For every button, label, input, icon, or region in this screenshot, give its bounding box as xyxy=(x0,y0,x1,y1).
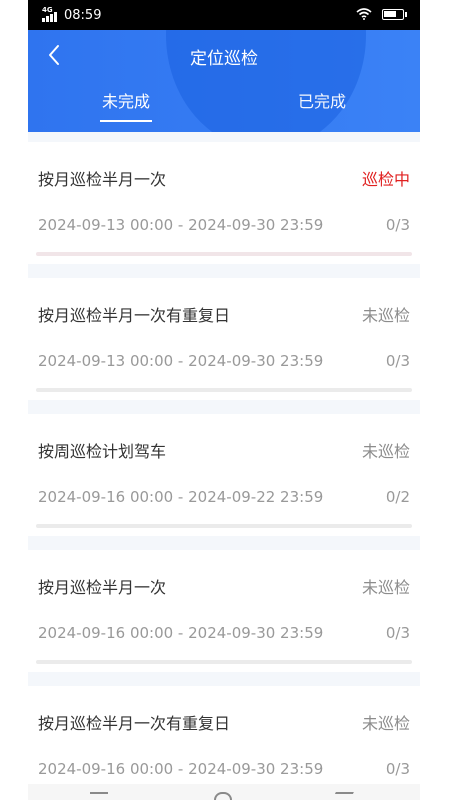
status-time: 08:59 xyxy=(64,7,102,23)
right-margin xyxy=(420,0,450,800)
status-badge: 未巡检 xyxy=(361,442,410,461)
progress-bar xyxy=(36,524,412,528)
task-progress-count: 0/3 xyxy=(385,352,410,370)
task-time-range: 2024-09-16 00:00 - 2024-09-30 23:59 xyxy=(38,760,324,778)
home-icon[interactable] xyxy=(214,792,232,800)
left-margin xyxy=(0,0,28,800)
status-bar: 4G 08:59 xyxy=(28,0,420,30)
status-badge: 巡检中 xyxy=(361,170,410,189)
tab-bar: 未完成 已完成 xyxy=(28,90,420,122)
tab-incomplete[interactable]: 未完成 xyxy=(28,90,224,122)
menu-icon[interactable] xyxy=(90,792,108,800)
status-badge: 未巡检 xyxy=(361,306,410,325)
task-name: 按月巡检半月一次 xyxy=(38,578,167,597)
task-card[interactable]: 按月巡检半月一次 巡检中 2024-09-13 00:00 - 2024-09-… xyxy=(28,142,420,264)
status-left: 4G 08:59 xyxy=(42,6,102,23)
task-progress-count: 0/3 xyxy=(385,624,410,642)
tab-completed[interactable]: 已完成 xyxy=(224,90,420,120)
task-name: 按月巡检半月一次有重复日 xyxy=(38,306,231,325)
app-header: 定位巡检 未完成 已完成 xyxy=(28,30,420,132)
task-name: 按周巡检计划驾车 xyxy=(38,442,167,461)
task-card[interactable]: 按月巡检半月一次有重复日 未巡检 2024-09-16 00:00 - 2024… xyxy=(28,686,420,800)
task-progress-count: 0/2 xyxy=(385,488,410,506)
task-card[interactable]: 按月巡检半月一次 未巡检 2024-09-16 00:00 - 2024-09-… xyxy=(28,550,420,672)
task-name: 按月巡检半月一次 xyxy=(38,170,167,189)
progress-bar xyxy=(36,660,412,664)
status-badge: 未巡检 xyxy=(361,714,410,733)
progress-bar xyxy=(36,388,412,392)
task-progress-count: 0/3 xyxy=(385,760,410,778)
task-progress-count: 0/3 xyxy=(385,216,410,234)
app-screen: 4G 08:59 定位巡检 未完成 已完成 按月巡检半月一次 巡检中 2024-… xyxy=(28,0,420,800)
task-card[interactable]: 按月巡检半月一次有重复日 未巡检 2024-09-13 00:00 - 2024… xyxy=(28,278,420,400)
system-nav-bar xyxy=(28,784,420,800)
battery-icon xyxy=(382,8,407,20)
back-nav-icon[interactable] xyxy=(332,792,354,800)
task-time-range: 2024-09-13 00:00 - 2024-09-30 23:59 xyxy=(38,352,324,370)
progress-bar xyxy=(36,252,412,256)
signal-icon: 4G xyxy=(42,6,60,22)
status-badge: 未巡检 xyxy=(361,578,410,597)
page-title: 定位巡检 xyxy=(190,49,258,69)
task-card[interactable]: 按周巡检计划驾车 未巡检 2024-09-16 00:00 - 2024-09-… xyxy=(28,414,420,536)
task-time-range: 2024-09-13 00:00 - 2024-09-30 23:59 xyxy=(38,216,324,234)
task-list: 按月巡检半月一次 巡检中 2024-09-13 00:00 - 2024-09-… xyxy=(28,132,420,800)
task-time-range: 2024-09-16 00:00 - 2024-09-22 23:59 xyxy=(38,488,324,506)
wifi-icon xyxy=(356,8,372,20)
task-time-range: 2024-09-16 00:00 - 2024-09-30 23:59 xyxy=(38,624,324,642)
task-name: 按月巡检半月一次有重复日 xyxy=(38,714,231,733)
status-right xyxy=(356,8,407,20)
